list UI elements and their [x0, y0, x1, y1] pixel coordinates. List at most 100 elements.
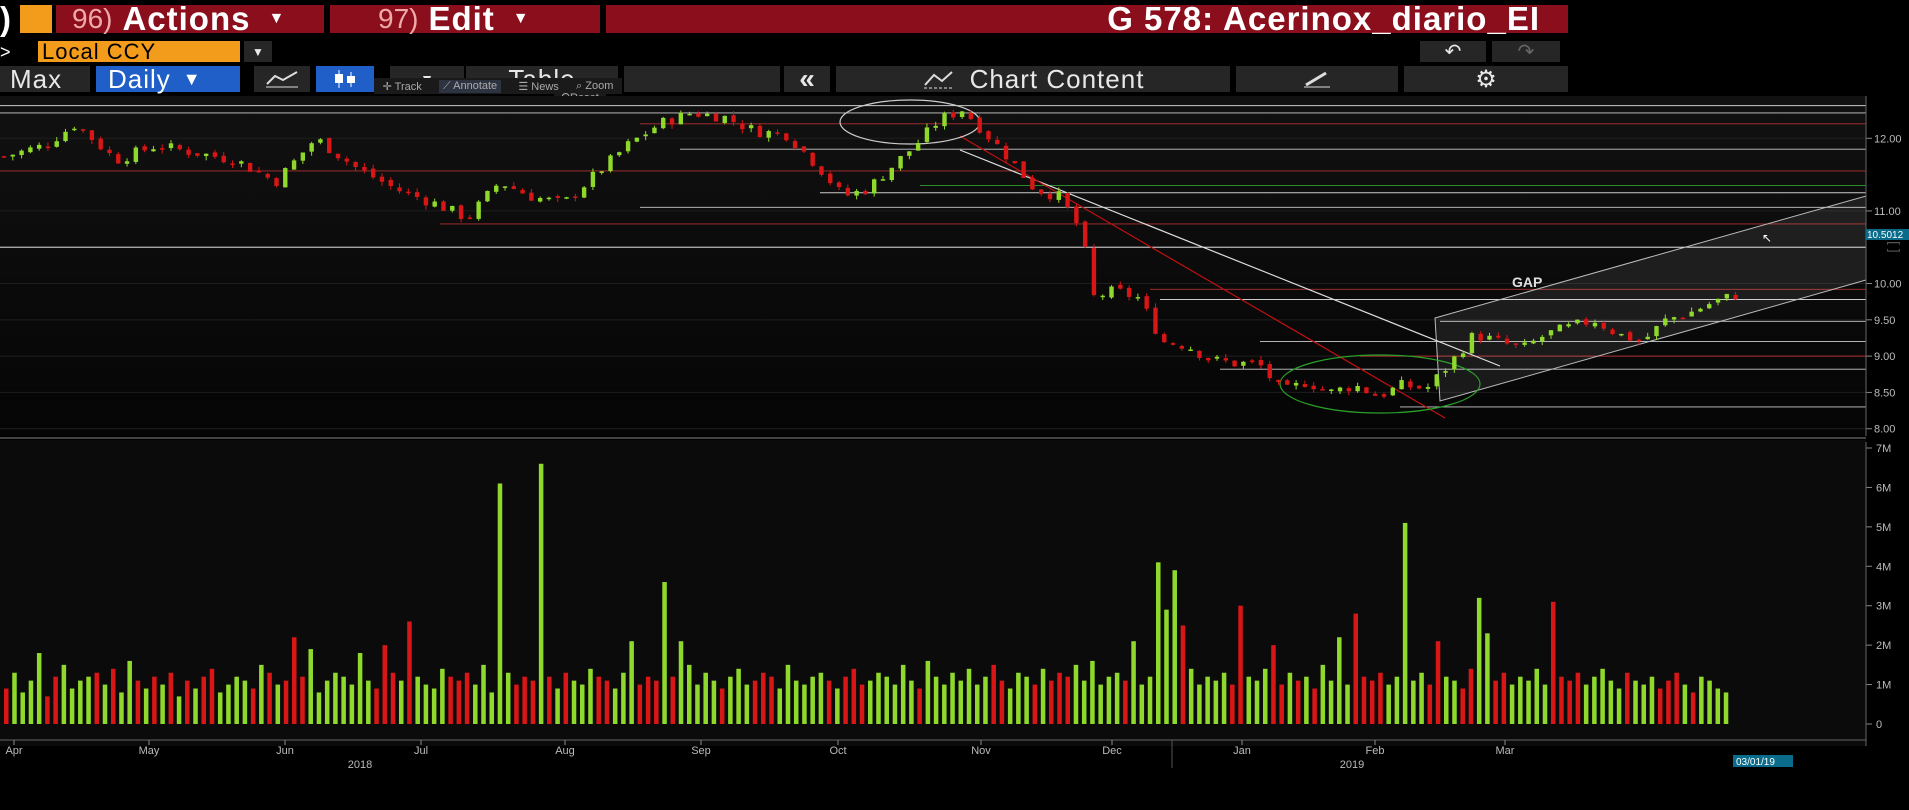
volume-bar [1172, 570, 1177, 724]
candle-body [924, 127, 930, 142]
track-button[interactable]: ✛ Track [383, 80, 422, 93]
volume-bar [1090, 660, 1095, 724]
volume-bar [20, 692, 25, 724]
candle-body [748, 125, 754, 129]
volume-tick-label: 2M [1876, 640, 1891, 652]
volume-tick-label: 4M [1876, 561, 1891, 573]
candle-chart-button[interactable] [316, 66, 374, 92]
candle-body [819, 166, 824, 175]
candle-body [959, 111, 965, 117]
volume-bar [1452, 680, 1457, 724]
candle-body [195, 153, 200, 156]
candle-body [1232, 360, 1237, 367]
volume-bar [1271, 645, 1276, 724]
actions-menu-button[interactable]: 96) Actions ▼ [56, 0, 324, 37]
month-tick-label: Jul [414, 745, 428, 757]
volume-bar [769, 676, 774, 724]
volume-bar [292, 637, 297, 724]
volume-bar [324, 680, 330, 724]
candle-body [1460, 353, 1466, 358]
news-button[interactable]: ☰ News [518, 80, 558, 93]
nav-stub[interactable]: > [0, 40, 16, 64]
volume-bar [1205, 676, 1210, 724]
candle-body [142, 146, 147, 151]
price-volume-chart[interactable]: 12.00 11.00 10.00 9.50 9.00 8.50 8.00 7M 6M 5M 4M… [0, 96, 1909, 746]
settings-button[interactable]: ⚙ [1404, 66, 1568, 93]
candle-body [80, 129, 86, 131]
volume-bar [909, 680, 914, 724]
volume-bar [390, 672, 396, 724]
candle-body [1531, 340, 1536, 344]
edit-menu-button[interactable]: 97) Edit ▼ [330, 0, 600, 37]
volume-bar [398, 680, 404, 724]
volume-bar [514, 684, 519, 724]
volume-tick-label: 7M [1876, 443, 1891, 455]
chart-content-button[interactable]: Chart Content [836, 64, 1230, 94]
volume-tick-label: 6M [1876, 482, 1891, 494]
candle-body [441, 201, 446, 211]
volume-bar [1608, 680, 1614, 724]
volume-axis: 7M 6M 5M 4M 3M 2M 1M 0 [1865, 442, 1891, 746]
candle-body [353, 161, 358, 168]
actions-number: 96) [72, 3, 113, 34]
volume-bar [259, 664, 264, 724]
currency-dropdown-button[interactable]: ▼ [244, 41, 272, 62]
volume-bar [53, 676, 58, 724]
currency-select[interactable]: Local CCY [38, 39, 240, 64]
volume-bar [1682, 684, 1688, 724]
period-select[interactable]: Daily ▼ [96, 64, 240, 94]
candle-body [968, 112, 974, 120]
gap-annotation[interactable]: GAP [1512, 274, 1542, 290]
volume-bar [36, 653, 42, 724]
volume-bar [464, 672, 470, 724]
candle-body [889, 167, 894, 181]
volume-tick-label: 3M [1876, 601, 1891, 613]
candle-body [792, 141, 798, 148]
candle-body [977, 117, 982, 133]
volume-bar [974, 684, 980, 724]
edit-number: 97) [378, 3, 419, 34]
left-stub-text: ) [0, 0, 12, 37]
candle-body [1443, 371, 1448, 373]
volume-bar [1526, 680, 1531, 724]
redo-button[interactable]: ↷ [1492, 41, 1560, 63]
volume-bar [942, 684, 947, 724]
candle-body [1355, 385, 1360, 392]
candle-body [1162, 334, 1167, 343]
volume-bar [868, 680, 873, 724]
volume-tick-label: 0 [1876, 719, 1882, 731]
candle-body [933, 125, 938, 128]
axis-handle-icon[interactable]: [ ] [1887, 241, 1903, 253]
volume-bar [892, 684, 898, 724]
candle-body [151, 149, 156, 152]
volume-bar [604, 680, 610, 724]
candle-body [696, 113, 701, 117]
candle-body [880, 179, 886, 181]
candle-body [1276, 379, 1281, 383]
volume-bar [555, 688, 560, 724]
undo-button[interactable]: ↶ [1420, 41, 1486, 63]
volume-bar [1197, 684, 1202, 724]
volume-bar [612, 688, 618, 724]
volume-bar [1369, 680, 1375, 724]
volume-bar [1690, 692, 1696, 724]
candle-body [1583, 319, 1589, 325]
candle-body [1082, 221, 1088, 247]
candle-body [168, 143, 174, 149]
edit-drawing-button[interactable] [1236, 66, 1398, 92]
candle-body [318, 139, 323, 143]
candle-body [766, 131, 771, 138]
orange-tab[interactable] [20, 5, 52, 33]
collapse-button[interactable]: « [784, 63, 830, 94]
volume-bar [744, 684, 750, 724]
volume-bar [1699, 676, 1704, 724]
line-chart-button[interactable] [254, 66, 310, 92]
volume-bar [1147, 676, 1153, 724]
range-select[interactable]: Max [0, 64, 90, 94]
candle-body [1188, 349, 1193, 352]
annotate-button[interactable]: ⟋ Annotate [438, 79, 502, 93]
volume-bar [1534, 668, 1540, 724]
candle-body [590, 171, 596, 187]
redo-icon: ↷ [1517, 41, 1535, 63]
volume-bar [538, 463, 544, 724]
